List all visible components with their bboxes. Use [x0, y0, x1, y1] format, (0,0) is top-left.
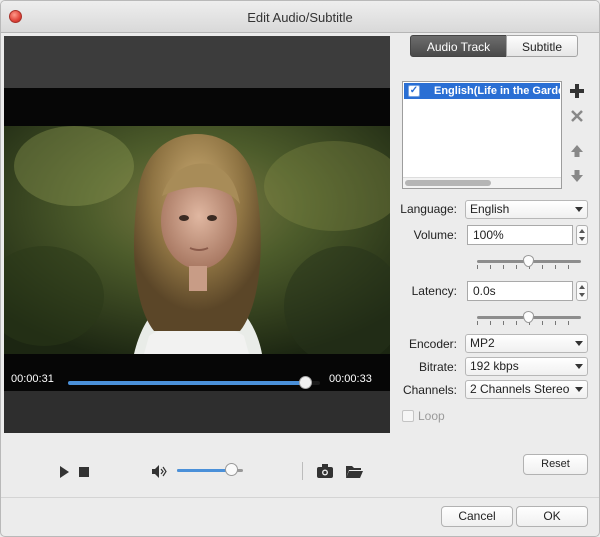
tab-audio-track[interactable]: Audio Track [410, 35, 507, 57]
window-title: Edit Audio/Subtitle [247, 10, 353, 25]
stop-icon[interactable] [79, 467, 89, 477]
list-item[interactable]: ✓ English(Life in the Garden [404, 83, 560, 99]
footer-divider [1, 497, 599, 498]
x-icon[interactable] [569, 108, 585, 124]
seek-slider-fill [68, 381, 305, 385]
audio-track-list[interactable]: ✓ English(Life in the Garden [402, 81, 562, 189]
seek-bar-area [4, 391, 390, 433]
plus-icon[interactable] [569, 83, 585, 99]
bitrate-label: Bitrate: [418, 360, 457, 374]
latency-label: Latency: [411, 284, 457, 298]
chevron-down-icon [575, 387, 583, 392]
volume-stepper[interactable] [576, 225, 588, 245]
chevron-down-icon [575, 364, 583, 369]
loop-checkbox[interactable] [402, 410, 414, 422]
ok-button[interactable]: OK [516, 506, 588, 527]
speaker-icon[interactable] [152, 465, 167, 478]
cancel-button[interactable]: Cancel [441, 506, 513, 527]
bitrate-value: 192 kbps [470, 359, 519, 373]
track-list-scrollbar[interactable] [403, 177, 561, 188]
language-value: English [470, 202, 510, 216]
seek-slider-knob[interactable] [298, 376, 312, 389]
latency-stepper[interactable] [576, 281, 588, 301]
camera-icon[interactable] [317, 464, 333, 478]
volume-slider-fill [177, 469, 232, 472]
track-checkbox[interactable]: ✓ [408, 85, 420, 97]
chevron-down-icon [575, 341, 583, 346]
channels-label: Channels: [402, 383, 457, 397]
arrow-up-icon[interactable] [569, 143, 585, 159]
play-icon[interactable] [59, 466, 69, 478]
encoder-value: MP2 [470, 336, 495, 350]
channels-value: 2 Channels Stereo [470, 382, 570, 396]
seek-slider[interactable] [68, 381, 320, 385]
video-frame [4, 126, 390, 354]
latency-slider[interactable] [477, 310, 581, 326]
encoder-label: Encoder: [408, 337, 457, 351]
language-select[interactable]: English [465, 200, 588, 219]
latency-field[interactable]: 0.0s [467, 281, 573, 301]
arrow-down-icon[interactable] [569, 168, 585, 184]
edit-audio-subtitle-window: Edit Audio/Subtitle 00:00:31 00:00:33 Au… [0, 0, 600, 537]
folder-icon[interactable] [346, 465, 363, 478]
track-list-scroll-thumb[interactable] [405, 180, 491, 186]
track-label: English(Life in the Garden [434, 85, 560, 97]
current-time: 00:00:31 [11, 373, 54, 385]
tab-subtitle[interactable]: Subtitle [506, 35, 578, 57]
language-label: Language: [400, 202, 457, 216]
channels-select[interactable]: 2 Channels Stereo [465, 380, 588, 399]
reset-button[interactable]: Reset [523, 454, 588, 475]
bitrate-select[interactable]: 192 kbps [465, 357, 588, 376]
video-frame-image [4, 126, 390, 354]
volume-field[interactable]: 100% [467, 225, 573, 245]
title-bar: Edit Audio/Subtitle [1, 1, 599, 33]
playback-controls [4, 433, 390, 493]
loop-label: Loop [418, 409, 445, 423]
toolbar-divider [302, 462, 303, 480]
chevron-down-icon [575, 207, 583, 212]
encoder-select[interactable]: MP2 [465, 334, 588, 353]
volume-level-slider[interactable] [477, 254, 581, 270]
volume-label: Volume: [413, 228, 457, 242]
